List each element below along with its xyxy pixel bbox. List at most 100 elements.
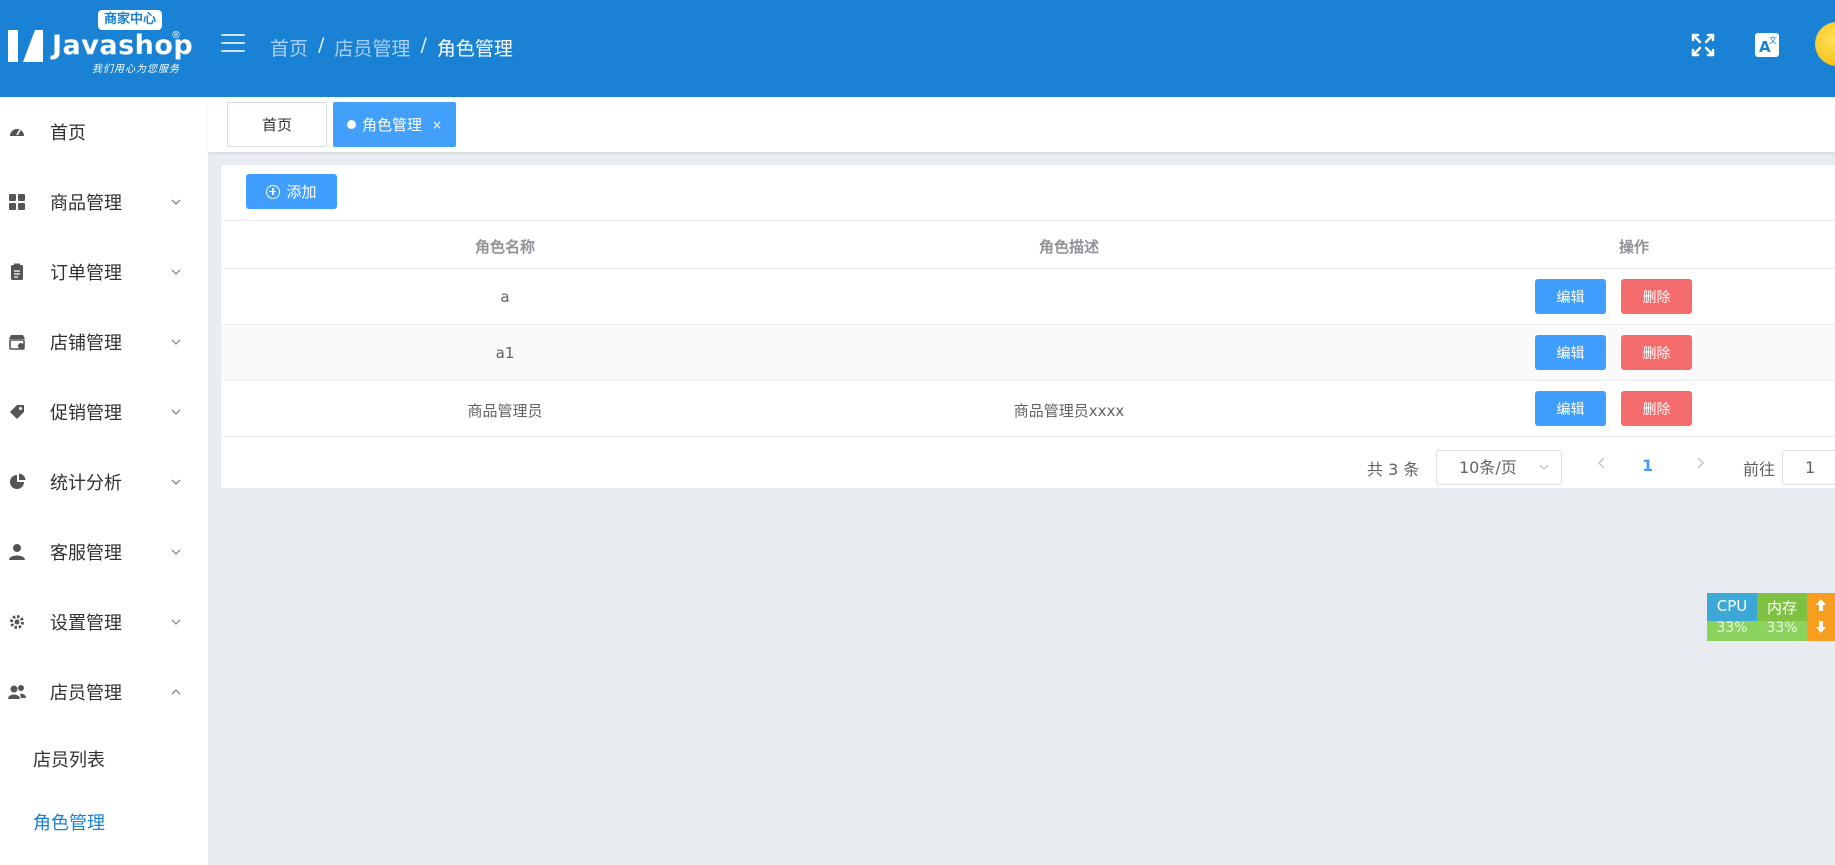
sidebar-item-label: 设置管理 [50,613,122,634]
role-description-cell: 商品管理员xxxx [1013,402,1125,420]
breadcrumb-item-staff[interactable]: 店员管理 [334,34,410,61]
sidebar-item-6[interactable]: 客服管理 [0,517,208,587]
table-header: 角色名称 角色描述 操作 [221,220,1835,269]
chevron-down-icon [171,269,181,275]
table-row: a1 编辑 删除 [221,325,1835,381]
cpu-value: 33% [1716,620,1748,636]
sidebar-item-label: 促销管理 [50,403,122,424]
page-number-current[interactable]: 1 [1642,456,1653,475]
dashboard-icon [10,129,24,136]
cpu-meter: CPU 33% [1707,593,1757,641]
memory-label: 内存 [1766,599,1797,617]
sidebar-item-3[interactable]: 店铺管理 [0,307,208,377]
sidebar-item-7[interactable]: 设置管理 [0,587,208,657]
tab-home[interactable]: 首页 [227,102,327,147]
prev-page-icon[interactable] [1596,456,1608,470]
delete-button-label: 删除 [1642,289,1671,306]
sidebar-subitem-label: 店员列表 [33,749,105,771]
pie-chart-icon [10,473,26,489]
add-button-label: 添加 [286,183,317,201]
logo-mark-icon [8,30,44,62]
tag-icon [10,405,24,419]
active-dot-icon [346,120,356,129]
sidebar-item-5[interactable]: 统计分析 [0,447,208,517]
edit-button[interactable]: 编辑 [1535,335,1606,370]
sidebar-item-label: 店员管理 [50,683,122,704]
sidebar-item-label: 客服管理 [50,543,122,564]
chevron-down-icon [171,339,181,345]
sidebar: 首页商品管理订单管理店铺管理促销管理统计分析客服管理设置管理店员管理店员列表角色… [0,97,208,865]
page-size-value: 10条/页 [1459,458,1517,477]
logo-badge: 商家中心 [98,10,163,30]
svg-text:文: 文 [1769,35,1777,45]
sidebar-subitem-1[interactable]: 角色管理 [0,790,208,853]
add-button[interactable]: 添加 [246,174,337,209]
logo-registered: ® [171,30,181,41]
tab-label: 首页 [261,116,292,134]
close-icon[interactable]: × [432,118,442,132]
tab-role-management[interactable]: 角色管理 × [333,102,456,147]
chevron-down-icon [171,619,181,625]
pagination-total: 共 3 条 [1367,460,1420,479]
chevron-down-icon [171,409,181,415]
edit-button-label: 编辑 [1556,289,1585,306]
cpu-label: CPU [1716,597,1748,615]
breadcrumb-separator: / [318,34,325,56]
breadcrumb-item-home[interactable]: 首页 [270,34,308,61]
goto-label: 前往 [1743,460,1776,479]
chevron-down-icon [171,199,181,205]
sidebar-item-label: 店铺管理 [50,333,122,354]
arrow-up-icon [1816,599,1826,611]
grid-icon [9,194,25,210]
chevron-down-icon [171,549,181,555]
tabs-bar: 首页 角色管理 × [208,97,1835,152]
memory-meter: 内存 33% [1757,593,1807,641]
column-header-name: 角色名称 [474,238,536,256]
users-icon [8,685,26,699]
sidebar-subitem-0[interactable]: 店员列表 [0,727,208,790]
translate-icon[interactable]: A 文 [1752,30,1782,60]
breadcrumb-item-current: 角色管理 [436,38,513,60]
role-name-cell: 商品管理员 [467,402,543,420]
delete-button[interactable]: 删除 [1621,335,1692,370]
sidebar-item-0[interactable]: 首页 [0,97,208,167]
network-meter [1807,593,1835,641]
edit-button[interactable]: 编辑 [1535,279,1606,314]
chevron-up-icon [171,689,181,695]
table-row: 商品管理员 商品管理员xxxx 编辑 删除 [221,381,1835,437]
plus-circle-icon [266,184,281,199]
sidebar-item-label: 订单管理 [50,263,122,284]
breadcrumb-separator: / [420,34,427,56]
delete-button[interactable]: 删除 [1621,279,1692,314]
arrow-down-icon [1816,621,1826,633]
sidebar-item-4[interactable]: 促销管理 [0,377,208,447]
edit-button-label: 编辑 [1556,345,1585,362]
role-name-cell: a [500,288,510,306]
pagination: 共 3 条 10条/页 1 前往 1 [221,440,1835,488]
sidebar-item-label: 统计分析 [50,473,122,494]
chevron-down-icon [1539,464,1549,470]
table-row: a 编辑 删除 [221,269,1835,325]
page-size-select[interactable]: 10条/页 [1436,450,1562,485]
menu-toggle-icon[interactable] [221,34,245,54]
next-page-icon[interactable] [1694,456,1706,470]
user-avatar[interactable] [1815,22,1835,66]
sidebar-item-label: 首页 [50,123,86,144]
goto-page-input[interactable]: 1 [1782,450,1835,485]
delete-button[interactable]: 删除 [1621,391,1692,426]
clipboard-icon [11,263,23,280]
breadcrumb: 首页 / 店员管理 / 角色管理 [270,34,513,61]
sidebar-item-1[interactable]: 商品管理 [0,167,208,237]
roles-table: 角色名称 角色描述 操作 a 编辑 删除 a1 编辑 删除 商品管理员 商品管理员xxxx 编辑… [221,220,1835,437]
edit-button[interactable]: 编辑 [1535,391,1606,426]
fullscreen-icon[interactable] [1688,30,1718,60]
javashop-logo[interactable]: 商家中心 Javashop ® 我们用心为您服务 [8,10,193,80]
sidebar-item-8[interactable]: 店员管理 [0,657,208,727]
delete-button-label: 删除 [1642,401,1671,418]
sidebar-item-label: 商品管理 [50,193,122,214]
role-name-cell: a1 [495,344,515,362]
user-icon [9,544,25,560]
performance-widget[interactable]: CPU 33% 内存 33% [1707,593,1835,641]
sidebar-item-2[interactable]: 订单管理 [0,237,208,307]
memory-value: 33% [1766,620,1798,636]
